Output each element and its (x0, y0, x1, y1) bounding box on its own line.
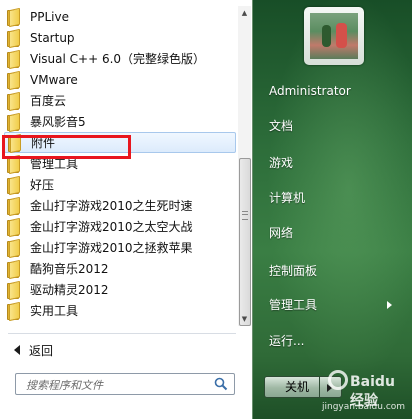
scroll-thumb[interactable] (239, 158, 251, 326)
program-label: 金山打字游戏2010之拯救苹果 (30, 241, 193, 255)
folder-icon (6, 219, 20, 236)
user-avatar[interactable] (304, 7, 364, 65)
program-item-vmware[interactable]: VMware (4, 69, 236, 90)
highlight-annotation-box (2, 135, 131, 159)
back-label: 返回 (29, 343, 54, 358)
folder-icon (6, 51, 20, 68)
search-input[interactable]: 搜索程序和文件 (15, 373, 235, 395)
program-item-driver-genius[interactable]: 驱动精灵2012 (4, 279, 236, 300)
program-item-baofeng[interactable]: 暴风影音5 (4, 111, 236, 132)
menu-item-run[interactable]: 运行... (269, 331, 304, 351)
search-placeholder: 搜索程序和文件 (26, 379, 103, 392)
program-item-visual-cpp[interactable]: Visual C++ 6.0（完整绿色版） (4, 48, 236, 69)
program-label: 百度云 (30, 94, 67, 108)
folder-icon (6, 30, 20, 47)
programs-panel: PPLive Startup Visual C++ 6.0（完整绿色版） VMw… (0, 0, 253, 419)
menu-item-admin-tools[interactable]: 管理工具 (269, 295, 317, 315)
program-label: VMware (30, 72, 78, 87)
folder-icon (6, 261, 20, 278)
program-label: 实用工具 (30, 304, 79, 318)
program-label: 酷狗音乐2012 (30, 262, 109, 276)
back-button[interactable]: 返回 (8, 340, 228, 360)
program-label: 驱动精灵2012 (30, 283, 109, 297)
program-label: PPLive (30, 9, 69, 24)
program-list: PPLive Startup Visual C++ 6.0（完整绿色版） VMw… (0, 6, 238, 326)
folder-icon (6, 93, 20, 110)
folder-icon (6, 72, 20, 89)
menu-item-control-panel[interactable]: 控制面板 (269, 261, 317, 281)
program-label: 暴风影音5 (30, 115, 86, 129)
grip-icon (242, 211, 248, 220)
menu-item-computer[interactable]: 计算机 (269, 188, 305, 208)
folder-icon (6, 303, 20, 320)
program-list-scrollbar[interactable]: ▲ ▼ (238, 6, 251, 326)
program-item-startup[interactable]: Startup (4, 27, 236, 48)
program-item-baiduyun[interactable]: 百度云 (4, 90, 236, 111)
folder-icon (6, 177, 20, 194)
program-item-pplive[interactable]: PPLive (4, 6, 236, 27)
program-item-typing-game-2[interactable]: 金山打字游戏2010之太空大战 (4, 216, 236, 237)
scroll-down-arrow-icon[interactable]: ▼ (238, 312, 251, 326)
avatar-picture (310, 13, 358, 59)
back-arrow-icon (14, 345, 20, 355)
menu-item-user[interactable]: Administrator (269, 81, 351, 101)
folder-icon (6, 198, 20, 215)
submenu-arrow-icon (387, 301, 392, 309)
folder-icon (6, 114, 20, 131)
baidu-paw-icon (328, 370, 348, 390)
program-label: Startup (30, 30, 75, 45)
menu-item-network[interactable]: 网络 (269, 223, 293, 243)
program-item-kugou[interactable]: 酷狗音乐2012 (4, 258, 236, 279)
folder-icon (6, 9, 20, 26)
program-label: 金山打字游戏2010之太空大战 (30, 220, 193, 234)
program-item-utilities[interactable]: 实用工具 (4, 300, 236, 321)
folder-icon (6, 282, 20, 299)
folder-icon (6, 240, 20, 257)
divider (8, 333, 236, 334)
program-item-haozip[interactable]: 好压 (4, 174, 236, 195)
program-label: 金山打字游戏2010之生死时速 (30, 199, 193, 213)
shutdown-button[interactable]: 关机 (264, 376, 320, 398)
menu-item-games[interactable]: 游戏 (269, 153, 293, 173)
search-icon[interactable] (214, 377, 228, 391)
watermark-url: jingyan.baidu.com (322, 402, 406, 412)
program-item-typing-game-3[interactable]: 金山打字游戏2010之拯救苹果 (4, 237, 236, 258)
scroll-up-arrow-icon[interactable]: ▲ (238, 6, 251, 20)
program-label: Visual C++ 6.0（完整绿色版） (30, 52, 206, 66)
program-label: 好压 (30, 178, 55, 192)
menu-item-documents[interactable]: 文档 (269, 116, 293, 136)
program-item-typing-game-1[interactable]: 金山打字游戏2010之生死时速 (4, 195, 236, 216)
